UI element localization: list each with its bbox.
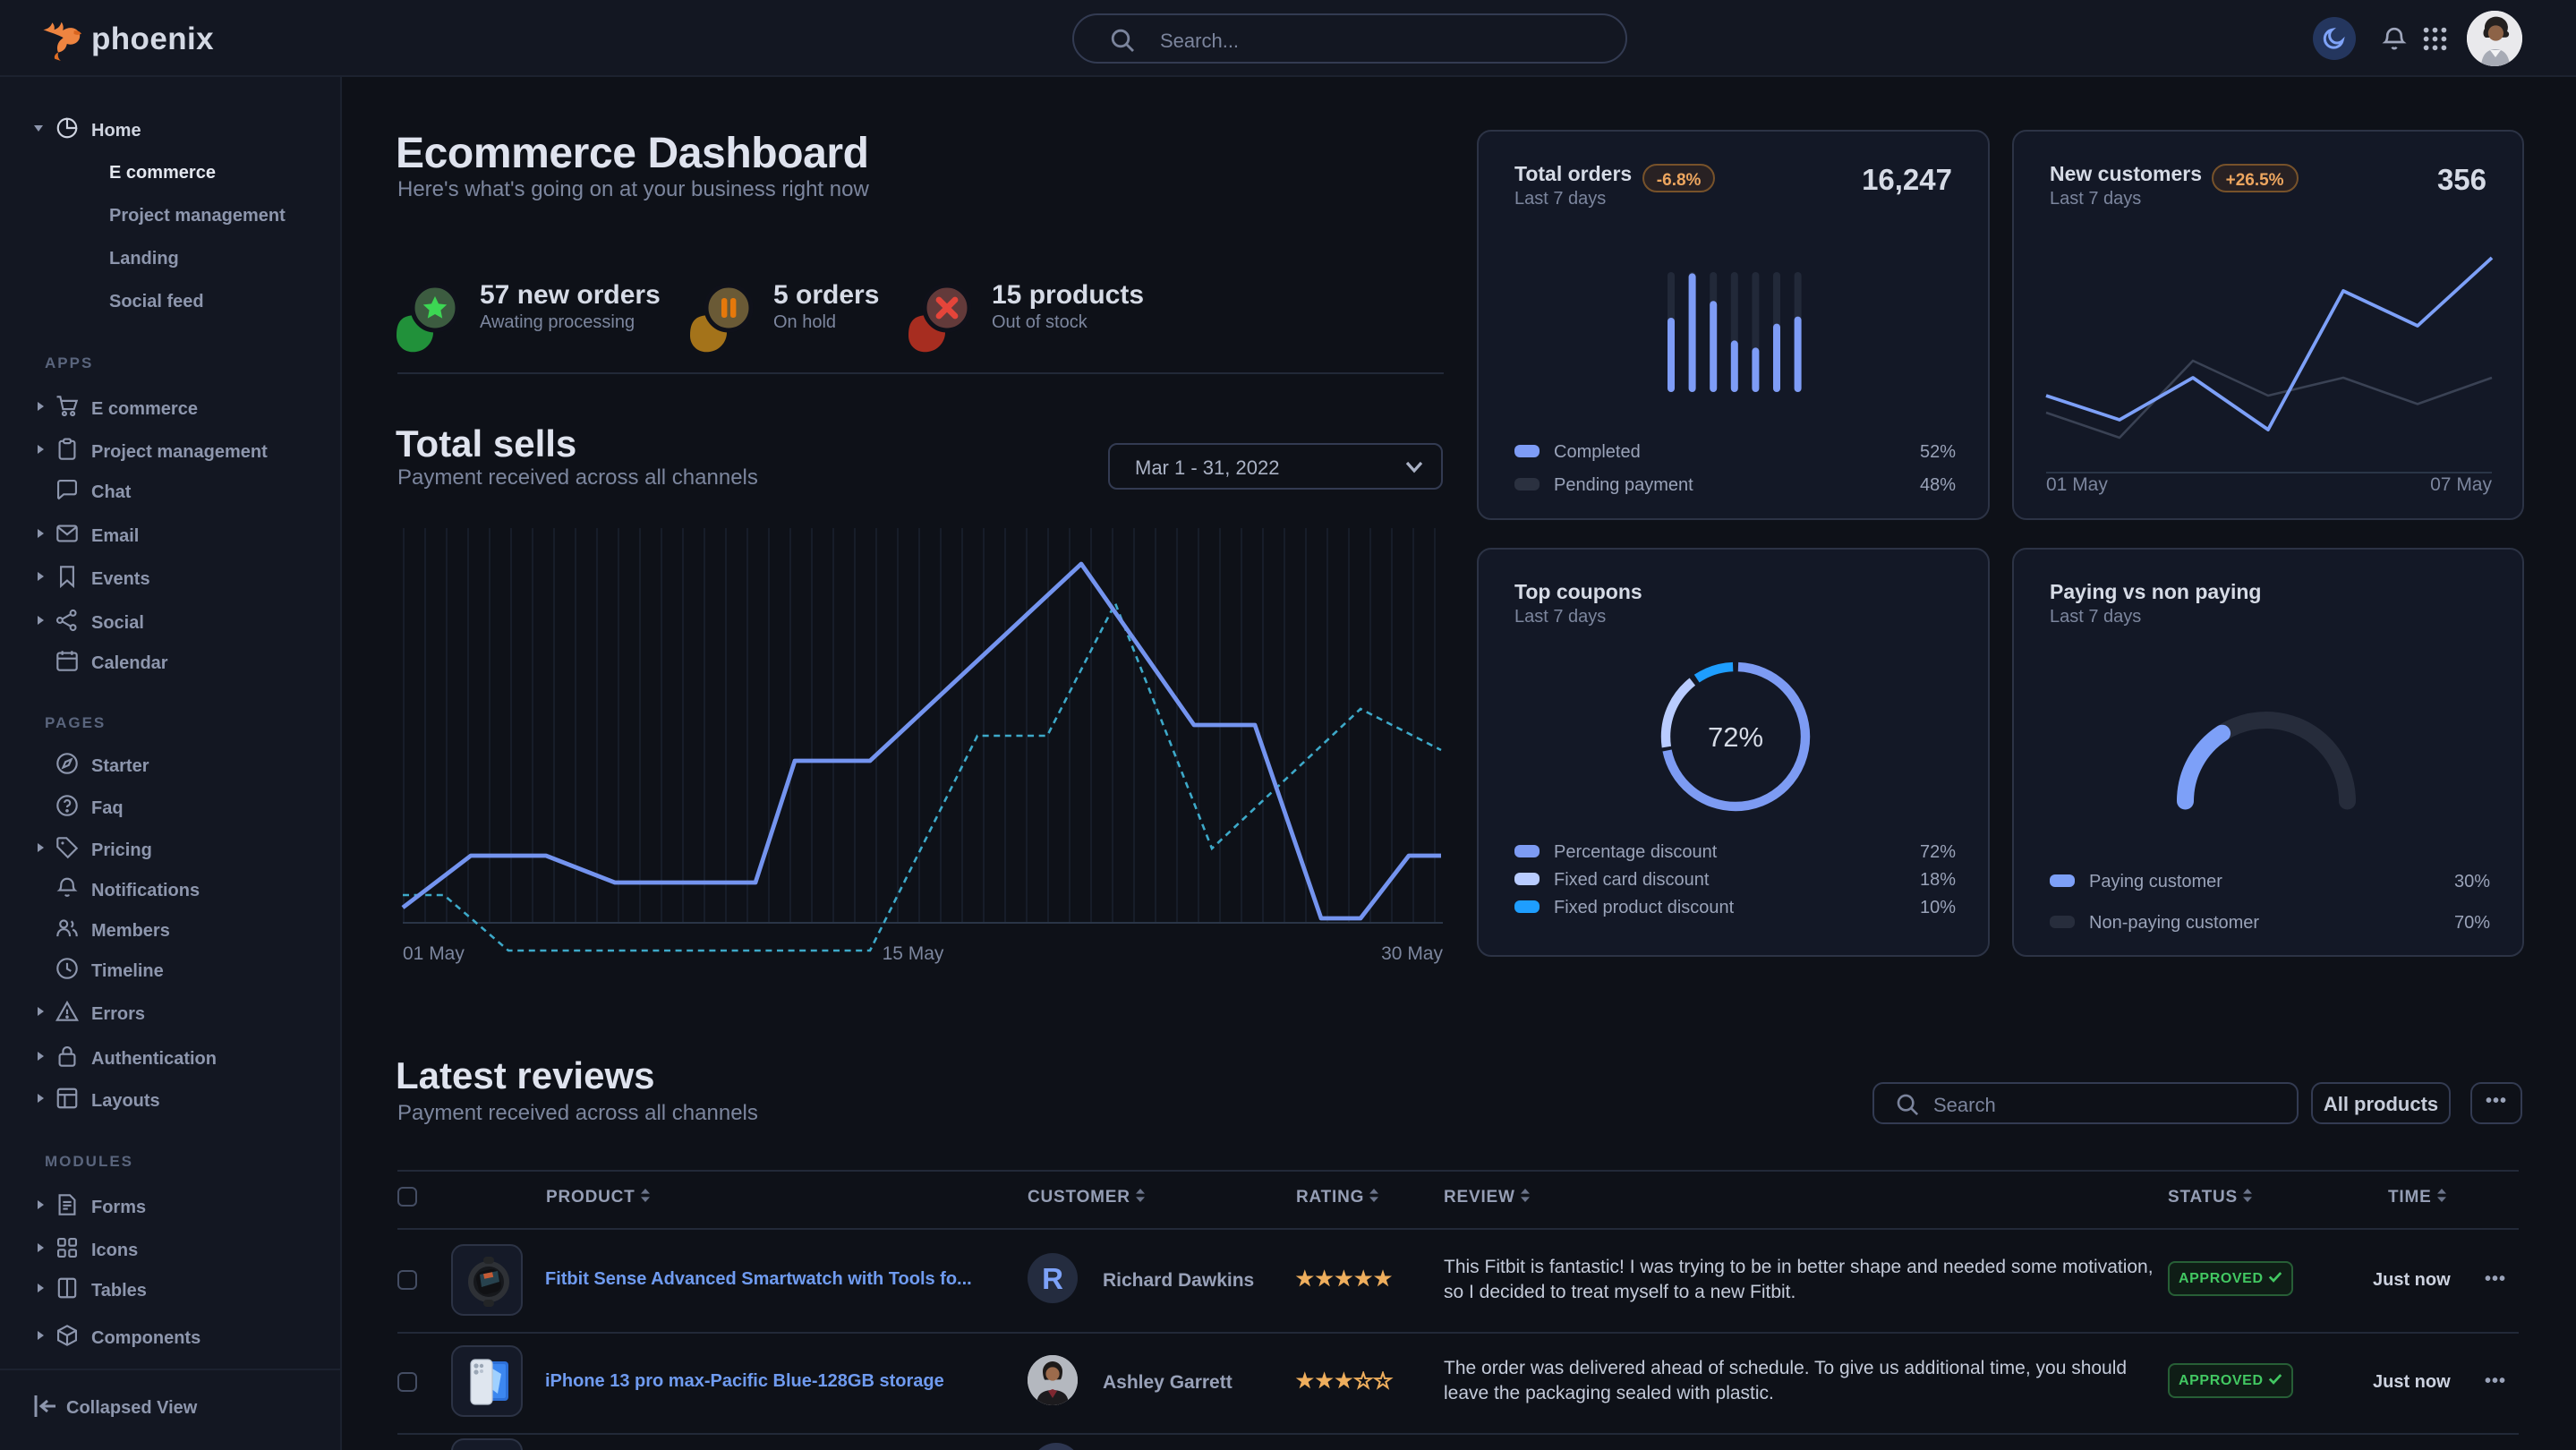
svg-text:30 May: 30 May — [1381, 943, 1443, 964]
svg-text:01 May: 01 May — [2046, 474, 2108, 495]
svg-text:72%: 72% — [1708, 721, 1763, 753]
svg-text:15 May: 15 May — [883, 943, 944, 964]
svg-text:07 May: 07 May — [2430, 474, 2492, 495]
svg-text:01 May: 01 May — [403, 943, 465, 964]
